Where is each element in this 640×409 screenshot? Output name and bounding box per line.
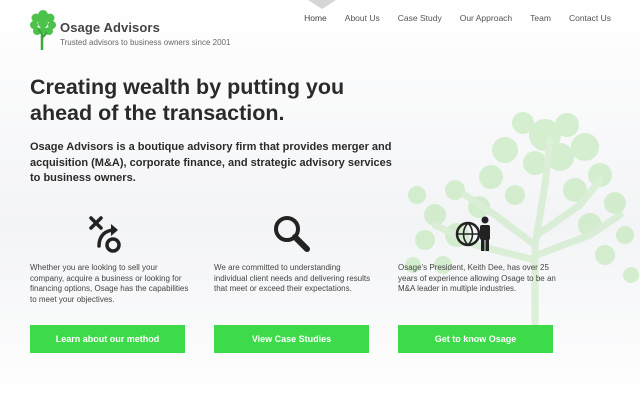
nav-our-approach[interactable]: Our Approach — [460, 13, 512, 23]
hero-lede: Osage Advisors is a boutique advisory fi… — [30, 141, 392, 184]
feature-text-case-studies: We are committed to understanding indivi… — [214, 263, 371, 293]
nav-home[interactable]: Home — [304, 13, 327, 23]
feature-text-method: Whether you are looking to sell your com… — [30, 263, 189, 304]
page: Osage Advisors Trusted advisors to busin… — [0, 0, 640, 409]
nav-about-us[interactable]: About Us — [345, 13, 380, 23]
brand-logo[interactable]: Osage Advisors Trusted advisors to busin… — [30, 8, 230, 50]
active-nav-marker — [308, 0, 336, 9]
tree-logo-icon — [30, 10, 56, 50]
nav-contact-us[interactable]: Contact Us — [569, 13, 611, 23]
feature-column-case-studies: We are committed to understanding indivi… — [214, 214, 374, 295]
get-to-know-button[interactable]: Get to know Osage — [398, 325, 553, 353]
view-case-studies-button[interactable]: View Case Studies — [214, 325, 369, 353]
hero-headline: Creating wealth by putting you ahead of … — [30, 75, 345, 125]
feature-column-about: Osage's President, Keith Dee, has over 2… — [398, 214, 558, 295]
feature-column-method: Whether you are looking to sell your com… — [30, 214, 190, 305]
magnifier-icon — [274, 216, 310, 252]
globe-person-icon — [455, 216, 490, 251]
brand-name: Osage Advisors — [60, 20, 160, 35]
main-nav: Home About Us Case Study Our Approach Te… — [286, 13, 611, 23]
brand-tagline: Trusted advisors to business owners sinc… — [60, 38, 231, 47]
feature-text-about: Osage's President, Keith Dee, has over 2… — [398, 263, 556, 293]
strategy-icon — [89, 216, 121, 253]
brand-text: Osage Advisors Trusted advisors to busin… — [60, 20, 230, 47]
learn-method-button[interactable]: Learn about our method — [30, 325, 185, 353]
nav-case-study[interactable]: Case Study — [398, 13, 442, 23]
nav-team[interactable]: Team — [530, 13, 551, 23]
